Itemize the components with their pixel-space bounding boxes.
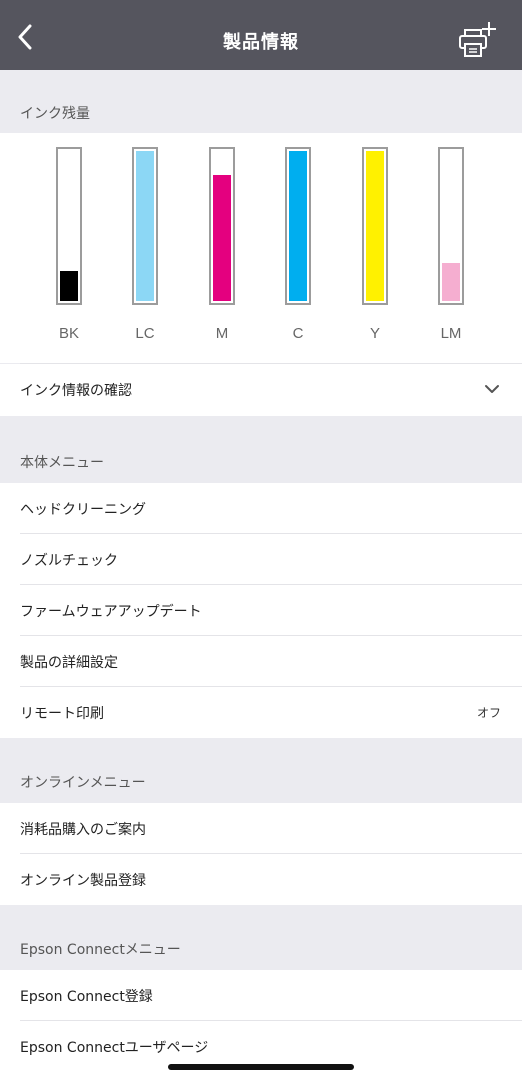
remote-print-label: リモート印刷	[20, 705, 104, 722]
ink-level-fill	[60, 271, 78, 301]
online-registration-label: オンライン製品登録	[20, 872, 146, 889]
home-indicator	[168, 1064, 354, 1070]
chevron-down-icon	[485, 385, 499, 393]
firmware-update-row[interactable]: ファームウェアアップデート	[0, 585, 522, 636]
epson-connect-menu-header: Epson Connectメニュー	[0, 925, 522, 969]
online-registration-row[interactable]: オンライン製品登録	[0, 854, 522, 905]
ink-label: BK	[58, 325, 79, 342]
supplies-purchase-label: 消耗品購入のご案内	[20, 821, 146, 838]
head-cleaning-row[interactable]: ヘッドクリーニング	[0, 483, 522, 534]
ink-level-fill	[136, 151, 154, 301]
remote-print-row[interactable]: リモート印刷 オフ	[0, 687, 522, 738]
epson-connect-user-page-row[interactable]: Epson Connectユーザページ	[0, 1021, 522, 1080]
ink-label: LM	[440, 325, 462, 342]
ink-label: C	[292, 325, 304, 342]
navigation-bar: 製品情報	[0, 0, 522, 70]
device-menu-header: 本体メニュー	[0, 438, 522, 482]
ink-label: LC	[135, 325, 155, 342]
ink-section-header: インク残量	[0, 89, 522, 133]
add-printer-button[interactable]	[458, 20, 498, 60]
nozzle-check-label: ノズルチェック	[20, 552, 118, 569]
ink-tank-frame	[438, 147, 464, 305]
ink-tank-frame	[362, 147, 388, 305]
add-printer-icon	[459, 22, 496, 57]
page-title: 製品情報	[223, 32, 299, 53]
ink-tank-frame	[285, 147, 311, 305]
epson-connect-registration-label: Epson Connect登録	[20, 988, 153, 1005]
epson-connect-user-page-label: Epson Connectユーザページ	[20, 1040, 209, 1056]
firmware-update-label: ファームウェアアップデート	[20, 603, 202, 620]
ink-level-fill	[213, 175, 231, 301]
epson-connect-registration-row[interactable]: Epson Connect登録	[0, 970, 522, 1021]
ink-info-label: インク情報の確認	[20, 383, 132, 399]
ink-tank-frame	[209, 147, 235, 305]
advanced-settings-row[interactable]: 製品の詳細設定	[0, 636, 522, 687]
ink-level-fill	[442, 263, 460, 301]
ink-label: Y	[369, 325, 380, 342]
supplies-purchase-row[interactable]: 消耗品購入のご案内	[0, 803, 522, 854]
ink-tank-frame	[132, 147, 158, 305]
remote-print-status: オフ	[476, 706, 501, 720]
ink-label: M	[215, 325, 229, 342]
nozzle-check-row[interactable]: ノズルチェック	[0, 534, 522, 585]
divider	[20, 363, 522, 364]
head-cleaning-label: ヘッドクリーニング	[20, 501, 146, 518]
advanced-settings-label: 製品の詳細設定	[20, 654, 118, 671]
ink-level-panel: BK LC M C Y LM	[0, 133, 522, 363]
ink-info-row[interactable]: インク情報の確認	[0, 364, 522, 416]
ink-level-fill	[289, 151, 307, 301]
online-menu-header: オンラインメニュー	[0, 758, 522, 802]
ink-level-fill	[366, 151, 384, 301]
ink-tank-frame	[56, 147, 82, 305]
